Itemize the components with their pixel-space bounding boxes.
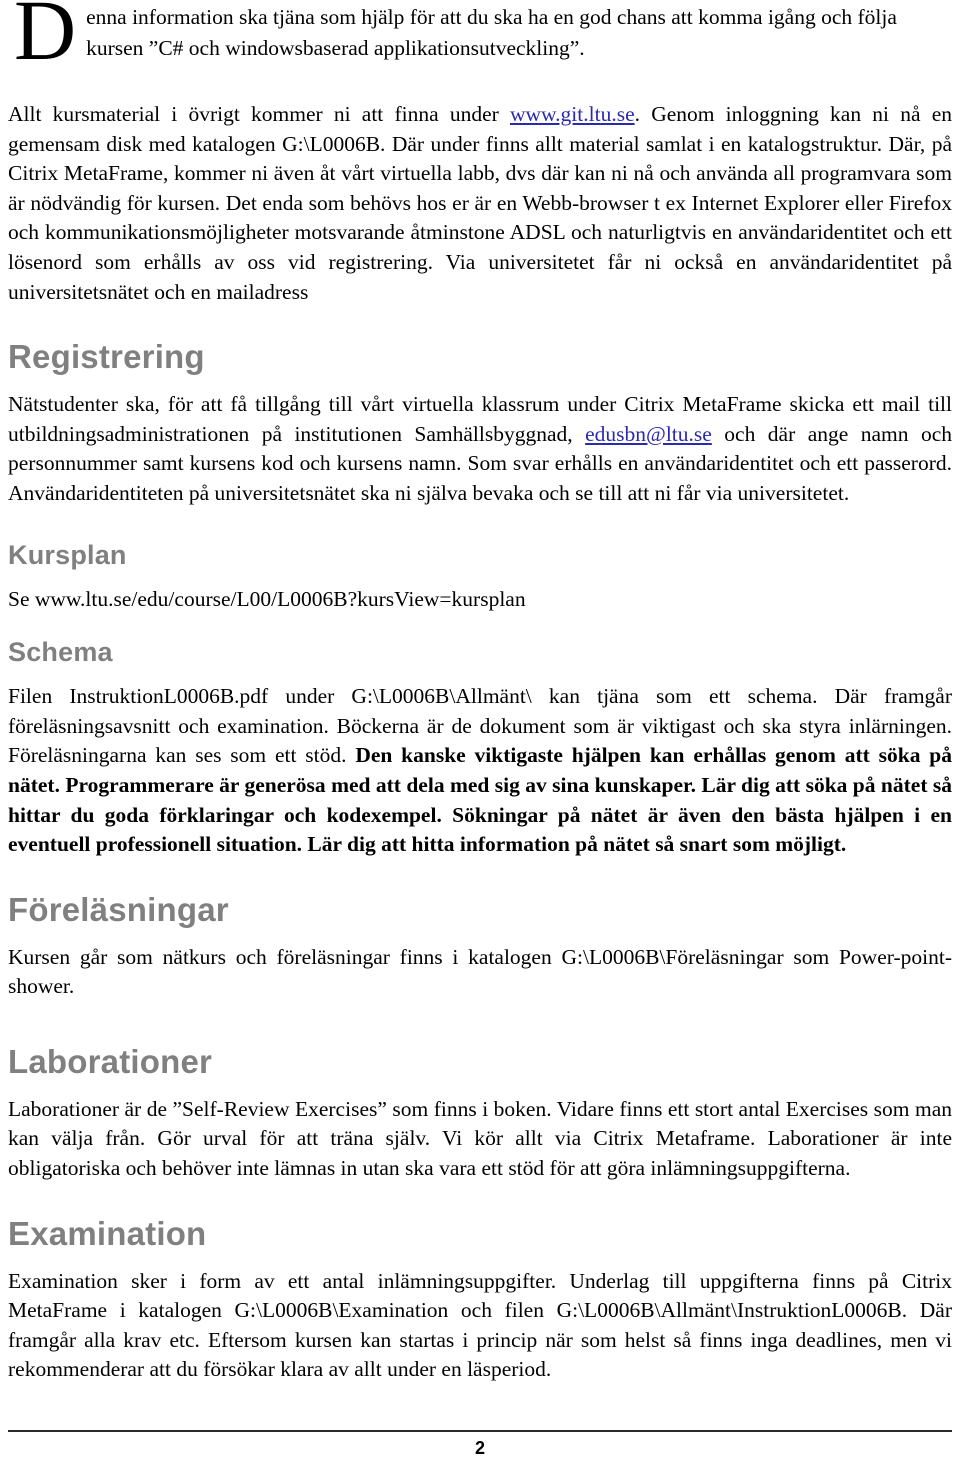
document-page: D enna information ska tjäna som hjälp f… — [0, 0, 960, 1467]
drop-cap-letter: D — [14, 0, 77, 78]
paragraph-kursplan: Se www.ltu.se/edu/course/L00/L0006B?kurs… — [8, 586, 526, 611]
heading-registrering: Registrering — [8, 338, 205, 376]
body-paragraph-main: Allt kursmaterial i övrigt kommer ni att… — [8, 100, 952, 307]
paragraph-schema: Filen InstruktionL0006B.pdf under G:\L00… — [8, 682, 952, 860]
heading-examination: Examination — [8, 1214, 207, 1252]
heading-kursplan: Kursplan — [8, 539, 127, 570]
link-git-ltu-se[interactable]: www.git.ltu.se — [510, 102, 635, 126]
heading-schema: Schema — [8, 637, 113, 668]
page-number: 2 — [474, 1438, 485, 1458]
paragraph-laborationer: Laborationer är de ”Self-Review Exercise… — [8, 1096, 952, 1181]
heading-forelasningar: Föreläsningar — [8, 890, 229, 928]
page-footer: 2 — [8, 1430, 952, 1459]
link-edusbn-email[interactable]: edusbn@ltu.se — [585, 422, 712, 446]
heading-laborationer: Laborationer — [8, 1042, 213, 1080]
body-paragraph-text-after-link: . Genom inloggning kan ni nå en gemensam… — [8, 102, 952, 304]
footer-divider — [8, 1430, 952, 1432]
paragraph-examination: Examination sker i form av ett antal inl… — [8, 1268, 952, 1382]
body-paragraph-text-before-link: Allt kursmaterial i övrigt kommer ni att… — [8, 102, 510, 126]
paragraph-registrering: Nätstudenter ska, för att få tillgång ti… — [8, 390, 952, 508]
intro-paragraph: enna information ska tjäna som hjälp för… — [86, 5, 897, 60]
paragraph-forelasningar: Kursen går som nätkurs och föreläsningar… — [8, 944, 952, 999]
intro-block: D enna information ska tjäna som hjälp f… — [8, 0, 952, 78]
